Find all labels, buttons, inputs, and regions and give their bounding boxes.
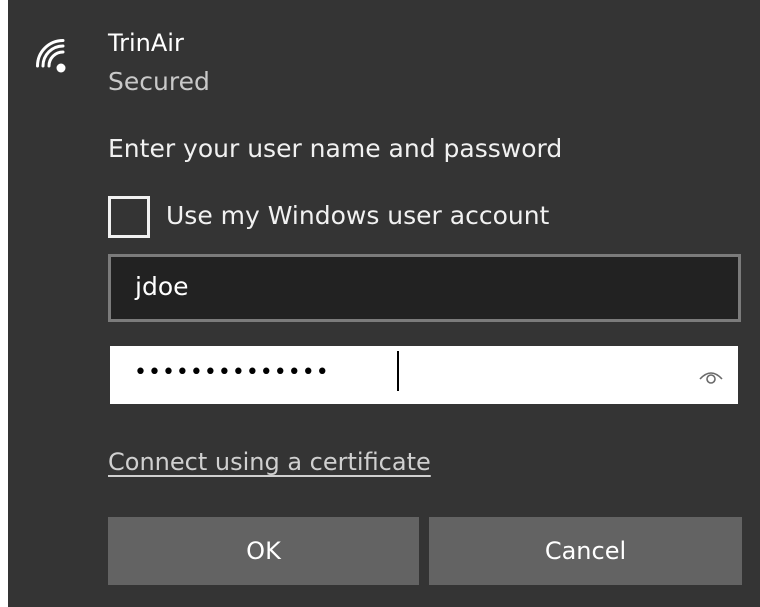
password-masked-value: •••••••••••••• (134, 360, 330, 385)
credentials-prompt: Enter your user name and password (108, 134, 563, 163)
password-input[interactable]: •••••••••••••• (110, 346, 738, 404)
ok-button[interactable]: OK (108, 517, 419, 585)
cancel-button[interactable]: Cancel (429, 517, 742, 585)
use-windows-account-label: Use my Windows user account (166, 201, 550, 230)
network-security-status: Secured (108, 67, 210, 96)
text-caret (397, 351, 399, 391)
network-name: TrinAir (108, 29, 184, 57)
eye-icon[interactable] (698, 362, 724, 388)
use-windows-account-row[interactable]: Use my Windows user account (108, 196, 668, 238)
wifi-auth-panel: TrinAir Secured Enter your user name and… (8, 0, 760, 607)
username-input[interactable]: jdoe (108, 254, 741, 322)
wifi-icon (36, 39, 66, 73)
username-value: jdoe (135, 272, 189, 301)
use-windows-account-checkbox[interactable] (108, 196, 150, 238)
connect-certificate-link[interactable]: Connect using a certificate (108, 446, 431, 478)
